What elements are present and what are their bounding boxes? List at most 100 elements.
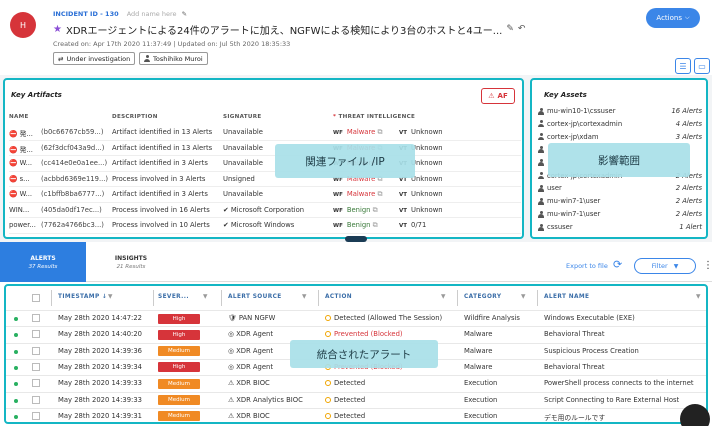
user-icon bbox=[538, 145, 544, 153]
alert-source: ◎ XDR Agent bbox=[228, 330, 318, 338]
alert-row[interactable]: May 28th 2020 14:39:33 Medium ⚠ XDR Analyt… bbox=[6, 391, 706, 408]
external-link-icon[interactable]: ⧉ bbox=[377, 190, 382, 198]
asset-row[interactable]: mu-win7-1\user 2 Alerts bbox=[538, 197, 702, 209]
star-icon[interactable]: ★ bbox=[53, 24, 62, 35]
incident-id-line: INCIDENT ID - 130 Add name here ✎ bbox=[53, 10, 187, 18]
artifact-row[interactable]: ⛔ 発... (b0c66767cb59...) Artifact identifi… bbox=[9, 125, 521, 141]
add-name-field[interactable]: Add name here bbox=[127, 10, 177, 18]
artifact-row[interactable]: WIN... (405da0df17ec...) Process involved … bbox=[9, 203, 521, 218]
filter-icon[interactable]: ▼ bbox=[696, 294, 701, 300]
col-alert-name[interactable]: ALERT NAME bbox=[544, 294, 589, 300]
col-action[interactable]: ACTION bbox=[325, 294, 352, 300]
filter-icon[interactable]: ▼ bbox=[108, 294, 113, 300]
alert-timestamp: May 28th 2020 14:40:20 bbox=[58, 330, 142, 339]
virustotal-verdict: VTUnknown bbox=[399, 128, 469, 136]
artifact-name: ⛔ 発... bbox=[9, 128, 45, 138]
col-name[interactable]: NAME bbox=[9, 114, 29, 120]
alert-row[interactable]: May 28th 2020 14:47:22 High 🛡 PAN NGFW Dete… bbox=[6, 310, 706, 326]
alert-timestamp: May 28th 2020 14:39:33 bbox=[58, 395, 142, 404]
filter-icon[interactable]: ▼ bbox=[441, 294, 446, 300]
alert-name: Suspicious Process Creation bbox=[544, 346, 639, 355]
source-icon: ⚠ bbox=[228, 395, 235, 404]
filter-label: Filter bbox=[651, 262, 668, 270]
tab-insights[interactable]: INSIGHTS 21 Results bbox=[86, 242, 176, 282]
asset-row[interactable]: cssuser 1 Alert bbox=[538, 223, 702, 235]
chat-bubble-icon[interactable] bbox=[680, 404, 710, 426]
alert-action: Detected bbox=[325, 379, 455, 387]
artifact-description: Artifact identified in 13 Alerts bbox=[112, 143, 213, 152]
artifact-row[interactable]: ⛔ 発... (62f3dcf043a9d...) Artifact identif… bbox=[9, 141, 521, 156]
col-timestamp[interactable]: TIMESTAMP ↓ bbox=[58, 294, 107, 300]
action-status-icon bbox=[325, 396, 331, 403]
tab-alerts-label: ALERTS bbox=[30, 254, 56, 262]
artifact-row[interactable]: ⛔ W... (c1bffb8ba6777...) Artifact identif… bbox=[9, 187, 521, 203]
row-checkbox[interactable] bbox=[32, 411, 40, 420]
col-severity[interactable]: SEVER... bbox=[158, 294, 189, 300]
user-icon bbox=[538, 184, 544, 192]
asset-row[interactable]: user 2 Alerts bbox=[538, 184, 702, 196]
row-checkbox[interactable] bbox=[32, 395, 40, 404]
undo-icon[interactable]: ↶ bbox=[518, 24, 526, 34]
asset-user: cortex-jp\xdam bbox=[538, 133, 599, 141]
required-mark: * bbox=[333, 114, 337, 120]
actions-button[interactable]: Actions ⌵ bbox=[646, 8, 700, 28]
threat-intel-label: THREAT INTELLIGENCE bbox=[338, 114, 416, 120]
list-view-icon[interactable]: ☰ bbox=[675, 58, 691, 74]
external-link-icon[interactable]: ⧉ bbox=[377, 128, 382, 136]
alert-source-text: XDR Agent bbox=[236, 362, 274, 371]
tab-alerts[interactable]: ALERTS 37 Results bbox=[0, 242, 86, 282]
alert-source-text: XDR Agent bbox=[236, 346, 274, 355]
wildfire-logo-icon: WF bbox=[333, 223, 343, 229]
artifact-name-text: power... bbox=[9, 221, 36, 229]
refresh-icon[interactable]: ⟳ bbox=[613, 258, 627, 272]
user-icon bbox=[538, 172, 544, 179]
filter-button[interactable]: Filter ▼ bbox=[634, 258, 696, 274]
col-description[interactable]: DESCRIPTION bbox=[112, 114, 158, 120]
column-divider bbox=[537, 290, 538, 306]
incident-dates: Created on: Apr 17th 2020 11:37:49 | Upd… bbox=[53, 40, 290, 48]
col-threat-intel[interactable]: * THREAT INTELLIGENCE bbox=[333, 114, 415, 120]
alert-row[interactable]: May 28th 2020 14:39:33 Medium ⚠ XDR BIOC De… bbox=[6, 375, 706, 391]
column-divider bbox=[221, 290, 222, 306]
virustotal-logo-icon: VT bbox=[399, 130, 408, 136]
col-signature[interactable]: SIGNATURE bbox=[223, 114, 261, 120]
comment-icon[interactable]: ▭ bbox=[694, 58, 710, 74]
col-category[interactable]: CATEGORY bbox=[464, 294, 501, 300]
filter-icon[interactable]: ▼ bbox=[302, 294, 307, 300]
assignee-chip[interactable]: Toshihiko Muroi bbox=[139, 52, 208, 65]
user-icon bbox=[538, 197, 544, 205]
row-checkbox[interactable] bbox=[32, 346, 40, 355]
row-checkbox[interactable] bbox=[32, 379, 40, 388]
row-checkbox[interactable] bbox=[32, 314, 40, 322]
asset-row[interactable]: mu-win10-1\cssuser 16 Alerts bbox=[538, 107, 702, 119]
filter-icon[interactable]: ▼ bbox=[521, 294, 526, 300]
chevron-down-icon: ⌵ bbox=[685, 14, 690, 21]
external-link-icon[interactable]: ⧉ bbox=[373, 206, 378, 214]
asset-user-name: mu-win10-1\cssuser bbox=[547, 107, 616, 115]
artifact-row[interactable]: ⛔ s... (acbbd6369e119...) Process involved… bbox=[9, 172, 521, 187]
alert-source: 🛡 PAN NGFW bbox=[228, 314, 318, 322]
source-icon: ◎ bbox=[228, 362, 234, 371]
artifact-row[interactable]: ⛔ W... (cc414e0e0a1ee...) Artifact identif… bbox=[9, 156, 521, 172]
edit-title-icon[interactable]: ✎ bbox=[506, 24, 514, 34]
alert-source-text: XDR BIOC bbox=[236, 411, 270, 420]
filter-icon[interactable]: ▼ bbox=[203, 294, 208, 300]
more-options-icon[interactable]: ⋮ bbox=[703, 260, 712, 271]
asset-user-name: mu-win7-1\user bbox=[547, 210, 601, 219]
status-chip[interactable]: ⇄ Under investigation bbox=[53, 52, 136, 65]
artifact-row[interactable]: power... (7762a4766bc3...) Process involve… bbox=[9, 218, 521, 234]
row-checkbox[interactable] bbox=[32, 362, 40, 371]
asset-user: mu-win7-1\user bbox=[538, 210, 600, 218]
col-alert-source[interactable]: ALERT SOURCE bbox=[228, 294, 282, 300]
asset-row[interactable]: cortex-jp\cortexadmin 4 Alerts bbox=[538, 120, 702, 132]
asset-user-name: cssuser bbox=[547, 223, 573, 232]
asset-row[interactable]: mu-win7-1\user 2 Alerts bbox=[538, 210, 702, 222]
edit-name-icon[interactable]: ✎ bbox=[182, 10, 187, 18]
alert-source: ⚠ XDR BIOC bbox=[228, 379, 318, 387]
select-all-checkbox[interactable] bbox=[32, 294, 40, 302]
af-button[interactable]: ⚠ AF bbox=[481, 88, 515, 104]
external-link-icon[interactable]: ⧉ bbox=[373, 221, 378, 229]
row-checkbox[interactable] bbox=[32, 330, 40, 339]
alert-row[interactable]: May 28th 2020 14:39:31 Medium ⚠ XDR BIOC De… bbox=[6, 407, 706, 422]
export-link[interactable]: Export to file bbox=[566, 262, 608, 270]
